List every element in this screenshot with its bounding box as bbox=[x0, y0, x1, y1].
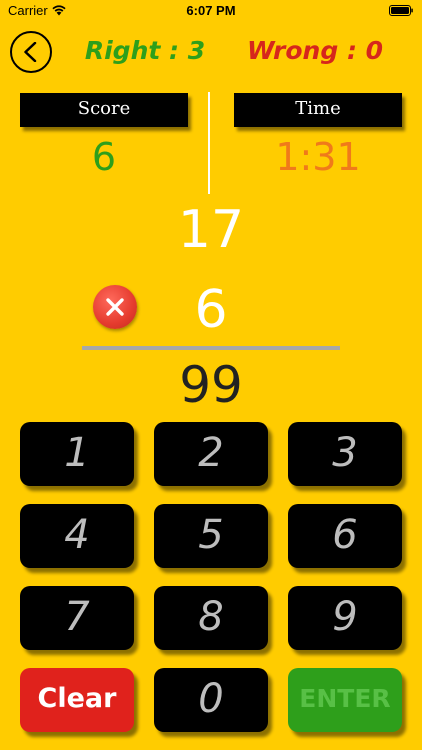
score-value: 6 bbox=[91, 135, 117, 179]
chevron-left-icon bbox=[24, 42, 37, 62]
key-4[interactable]: 4 bbox=[20, 504, 134, 568]
right-count: Right : 3 bbox=[84, 36, 206, 65]
key-1[interactable]: 1 bbox=[20, 422, 134, 486]
top-operand: 17 bbox=[177, 200, 245, 260]
key-0[interactable]: 0 bbox=[154, 668, 268, 732]
score-header: Score bbox=[20, 93, 188, 127]
battery-icon bbox=[389, 5, 413, 16]
answer-line bbox=[82, 346, 340, 350]
wrong-count: Wrong : 0 bbox=[246, 36, 384, 65]
key-3[interactable]: 3 bbox=[288, 422, 402, 486]
status-time: 6:07 PM bbox=[186, 3, 236, 18]
bottom-operand: 6 bbox=[194, 280, 228, 340]
panel-divider bbox=[208, 92, 210, 194]
key-7[interactable]: 7 bbox=[20, 586, 134, 650]
key-9[interactable]: 9 bbox=[288, 586, 402, 650]
enter-button[interactable]: ENTER bbox=[288, 668, 402, 732]
clear-button[interactable]: Clear bbox=[20, 668, 134, 732]
back-button[interactable] bbox=[10, 31, 52, 73]
key-5[interactable]: 5 bbox=[154, 504, 268, 568]
key-6[interactable]: 6 bbox=[288, 504, 402, 568]
key-8[interactable]: 8 bbox=[154, 586, 268, 650]
time-value: 1:31 bbox=[275, 135, 361, 179]
time-header: Time bbox=[234, 93, 402, 127]
answer-display: 99 bbox=[179, 356, 243, 414]
status-bar: Carrier 6:07 PM bbox=[0, 0, 422, 22]
key-2[interactable]: 2 bbox=[154, 422, 268, 486]
